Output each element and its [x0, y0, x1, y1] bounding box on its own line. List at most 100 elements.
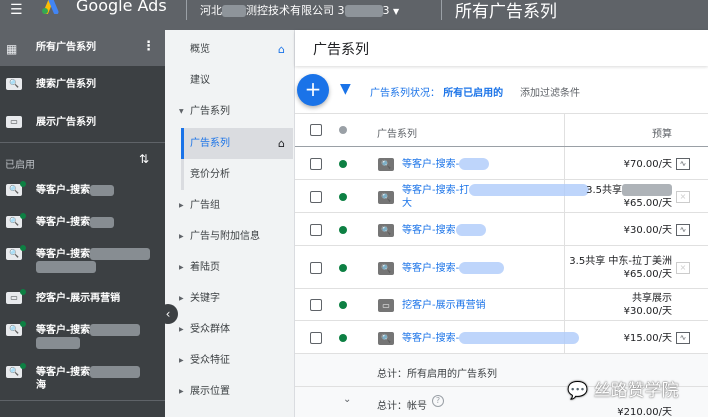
expand-right-icon: ▶ [179, 202, 184, 209]
nav-item-ad-groups[interactable]: ▶ 广告组 [165, 190, 293, 221]
collapse-sidebar-button[interactable]: ‹ [158, 304, 178, 324]
row-checkbox[interactable] [310, 331, 322, 344]
search-icon: 🔍 [6, 78, 22, 90]
chart-disabled-icon[interactable]: ⨯ [676, 190, 690, 203]
trend-chart-icon[interactable]: ∿ [676, 157, 690, 170]
sidebar-item-label: 所有广告系列 [36, 42, 96, 53]
search-icon: 🔍 [378, 261, 394, 275]
budget-cell[interactable]: 3.5共享 ¥65.00/天 [586, 183, 672, 210]
sidebar-item-all-campaigns[interactable]: ▦ 所有广告系列 ⋮ [0, 30, 165, 66]
nav-label: 广告组 [190, 200, 220, 211]
add-filter-link[interactable]: 添加过滤条件 [520, 84, 580, 99]
nav-item-landing-pages[interactable]: ▶ 着陆页 [165, 252, 293, 283]
filter-icon[interactable]: ▼ [340, 81, 351, 97]
budget-cell[interactable]: 3.5共享 中东-拉丁美洲 ¥65.00/天 [569, 255, 672, 281]
table-row[interactable]: 🔍 等客户-搜索- ¥70.00/天 ∿ [295, 147, 708, 180]
search-icon: 🔍 [378, 331, 394, 345]
campaign-name-link[interactable]: 等客户-搜索- [402, 331, 580, 345]
table-row[interactable]: 🔍 等客户-搜索 ¥30.00/天 ∿ [295, 213, 708, 246]
nav-label: 受众特征 [190, 355, 230, 366]
campaign-sidebar: ▦ 所有广告系列 ⋮ 🔍 搜索广告系列 ▭ 展示广告系列 已启用 ⇅ 🔍 等客户-… [0, 30, 165, 417]
nav-item-audiences[interactable]: ▶ 受众群体 [165, 314, 293, 345]
sidebar-item-label: 展示广告系列 [36, 117, 96, 128]
nav-label: 竞价分析 [190, 169, 230, 180]
expand-right-icon: ▶ [179, 326, 184, 333]
nav-item-campaigns[interactable]: 广告系列 ⌂ [181, 128, 293, 159]
more-options-icon[interactable]: ⋮ [142, 39, 155, 54]
page-title: 所有广告系列 [455, 2, 557, 22]
enabled-status-icon [20, 213, 26, 219]
sort-icon[interactable]: ⇅ [139, 152, 149, 166]
divider [0, 400, 165, 401]
row-checkbox[interactable] [310, 223, 322, 236]
display-icon: ▭ [378, 299, 394, 312]
column-header-campaign[interactable]: 广告系列 [377, 125, 417, 140]
trend-chart-icon[interactable]: ∿ [676, 223, 690, 236]
trend-chart-icon[interactable]: ∿ [676, 331, 690, 344]
table-row[interactable]: ▭ 挖客户-展示再营销 共享展示 ¥30.00/天 [295, 289, 708, 321]
nav-label: 概览 [190, 44, 210, 55]
nav-label: 展示位置 [190, 386, 230, 397]
nav-item-keywords[interactable]: ▶ 关键字 [165, 283, 293, 314]
budget-cell[interactable]: 共享展示 ¥30.00/天 [624, 292, 672, 318]
help-icon[interactable]: ? [432, 395, 444, 407]
account-selector[interactable]: 河北 测控技术有限公司 3 3 ▼ [200, 2, 399, 18]
nav-label: 建议 [190, 75, 210, 86]
row-checkbox[interactable] [310, 157, 322, 170]
nav-item-ads-extensions[interactable]: ▶ 广告与附加信息 [165, 221, 293, 252]
filter-label: 广告系列状况： [370, 88, 440, 99]
row-checkbox[interactable] [310, 261, 322, 274]
search-icon: 🔍 [6, 366, 22, 378]
campaign-name-link[interactable]: 等客户-搜索- [402, 157, 490, 171]
campaign-name-link[interactable]: 挖客户-展示再营销 [402, 299, 486, 312]
nav-item-recommendations[interactable]: 建议 [165, 65, 293, 96]
enabled-status-icon [339, 301, 347, 309]
status-filter-chip[interactable]: 广告系列状况： 所有已启用的 [370, 84, 503, 99]
search-icon: 🔍 [6, 184, 22, 196]
campaign-label: 挖客户-展示再营销 [36, 293, 121, 304]
expand-icon[interactable]: ⌄ [343, 394, 351, 405]
column-header-budget[interactable]: 预算 [652, 125, 672, 140]
dropdown-icon: ▼ [393, 7, 400, 16]
budget-cell[interactable]: ¥15.00/天 [624, 332, 672, 345]
table-row[interactable]: 🔍 等客户-搜索- ¥15.00/天 ∿ [295, 321, 708, 354]
wechat-icon: 💬 [567, 381, 589, 401]
campaign-name: 等客户-搜索- [402, 262, 460, 274]
table-row[interactable]: 🔍 等客户-搜索- 3.5共享 中东-拉丁美洲 ¥65.00/天 ⨯ [295, 246, 708, 289]
budget-value: ¥70.00/天 [623, 158, 672, 170]
page-nav: 概览 ⌂ 建议 ▼ 广告系列 广告系列 ⌂ 竞价分析 ▶ 广告组 ▶ 广告与附加信息 ▶ 着… [165, 30, 295, 417]
campaign-name-link[interactable]: 等客户-搜索-打大 [402, 183, 590, 210]
hamburger-menu-icon[interactable]: ☰ [10, 2, 23, 18]
enabled-status-icon [20, 363, 26, 369]
budget-cell[interactable]: ¥30.00/天 [624, 224, 672, 237]
section-title: 广告系列 [313, 42, 369, 58]
campaign-name: 等客户-搜索 [402, 224, 456, 236]
enabled-status-icon [20, 321, 26, 327]
add-campaign-button[interactable]: + [297, 74, 329, 106]
campaign-label: 等客户-搜索 [36, 249, 91, 260]
row-checkbox[interactable] [310, 299, 322, 311]
campaign-label: 等客户-搜索 [36, 217, 91, 228]
nav-label: 广告系列 [190, 138, 230, 149]
shared-budget-name: 3.5共享 [586, 184, 622, 196]
search-icon: 🔍 [6, 324, 22, 336]
nav-label: 受众群体 [190, 324, 230, 335]
campaign-label: 等客户-搜索 [36, 367, 91, 378]
nav-item-overview[interactable]: 概览 ⌂ [165, 34, 293, 65]
campaign-name-link[interactable]: 等客户-搜索 [402, 223, 486, 237]
nav-item-auction-insights[interactable]: 竞价分析 [165, 159, 293, 190]
nav-item-placements[interactable]: ▶ 展示位置 [165, 376, 293, 407]
campaign-name-link[interactable]: 等客户-搜索- [402, 261, 505, 275]
google-ads-logo [42, 0, 59, 14]
row-checkbox[interactable] [310, 190, 322, 203]
search-icon: 🔍 [6, 216, 22, 228]
budget-cell[interactable]: ¥70.00/天 [624, 158, 672, 171]
table-row[interactable]: 🔍 等客户-搜索-打大 3.5共享 ¥65.00/天 ⨯ [295, 180, 708, 213]
chart-disabled-icon[interactable]: ⨯ [676, 261, 690, 274]
select-all-checkbox[interactable] [310, 124, 322, 136]
table-header: 广告系列 预算 [295, 114, 708, 147]
total-enabled-label: 总计：所有启用的广告系列 [377, 369, 497, 380]
nav-item-demographics[interactable]: ▶ 受众特征 [165, 345, 293, 376]
nav-item-campaigns-group[interactable]: ▼ 广告系列 [165, 96, 293, 127]
expand-right-icon: ▶ [179, 357, 184, 364]
